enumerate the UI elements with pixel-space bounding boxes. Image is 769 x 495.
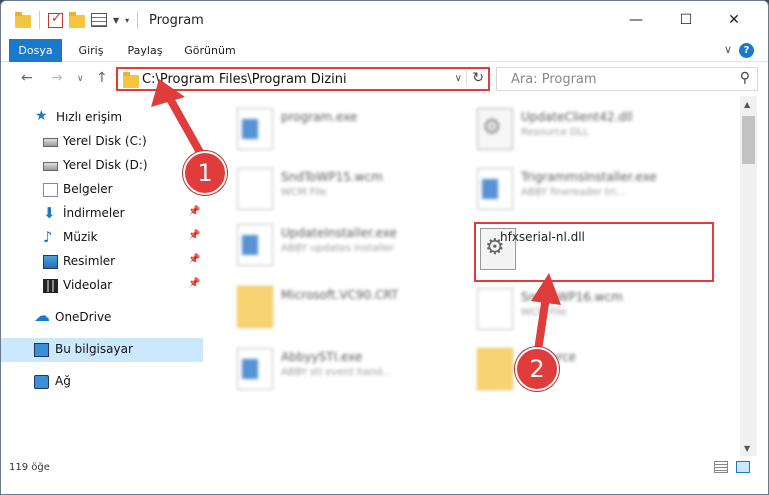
- arrow-2: [531, 273, 561, 361]
- arrow-1: [151, 79, 210, 167]
- explorer-window: ▼ ▾ Program — ☐ ✕ Dosya Giriş Paylaş Gör…: [0, 0, 769, 495]
- callout-badge-2: 2: [515, 347, 559, 391]
- annotation-arrows: [151, 79, 561, 361]
- callout-badge-1: 1: [183, 151, 227, 195]
